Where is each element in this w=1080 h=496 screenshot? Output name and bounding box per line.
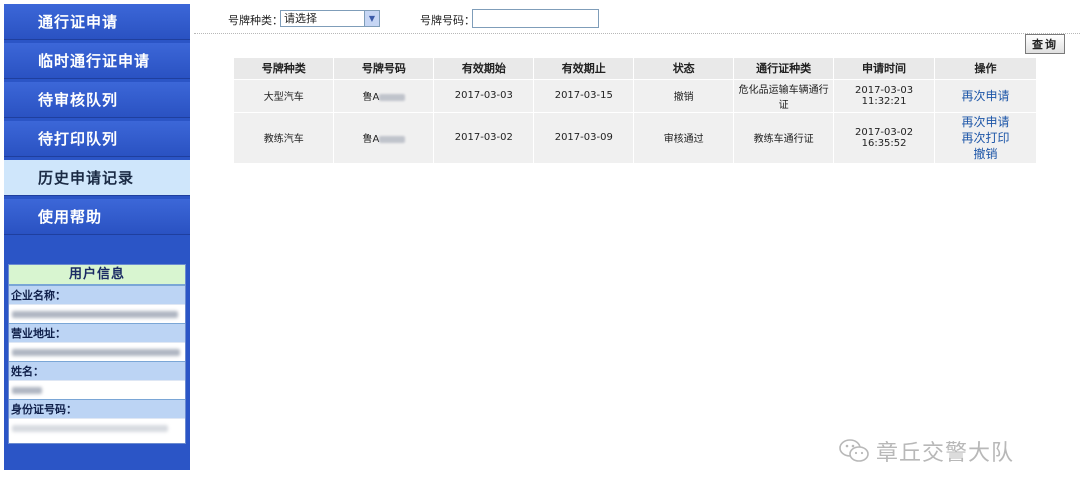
table-row: 大型汽车 鲁A 2017-03-03 2017-03-15 撤销 危化品运输车辆… bbox=[234, 78, 1037, 112]
cell-apply-time: 2017-03-03 11:32:21 bbox=[833, 78, 936, 112]
apply-date: 2017-03-02 bbox=[854, 126, 914, 138]
cell-plate-type: 大型汽车 bbox=[234, 78, 335, 112]
user-info-panel: 用户信息 企业名称： 营业地址： 姓名： 身份证号码： bbox=[8, 264, 186, 444]
table-row: 教练汽车 鲁A 2017-03-02 2017-03-09 审核通过 教练车通行… bbox=[234, 111, 1037, 163]
wechat-icon bbox=[839, 439, 869, 462]
name-label: 姓名： bbox=[9, 361, 185, 380]
table-header-row: 号牌种类 号牌号码 有效期始 有效期止 状态 通行证种类 申请时间 操作 bbox=[234, 58, 1037, 79]
id-number-label: 身份证号码： bbox=[9, 399, 185, 418]
nav-pending-print-queue[interactable]: 待打印队列 bbox=[4, 121, 190, 157]
business-address-value bbox=[9, 342, 185, 361]
plate-no-label: 号牌号码： bbox=[420, 14, 475, 27]
col-plate-no: 号牌号码 bbox=[333, 58, 435, 79]
cell-actions: 再次申请 再次打印 撤销 bbox=[934, 111, 1037, 163]
nav-permit-application[interactable]: 通行证申请 bbox=[4, 4, 190, 40]
plate-prefix: 鲁A bbox=[362, 92, 380, 103]
plate-type-select[interactable]: 请选择 ▼ bbox=[280, 10, 380, 27]
revoke-link[interactable]: 撤销 bbox=[937, 146, 1034, 162]
col-permit-type: 通行证种类 bbox=[733, 58, 835, 79]
cell-permit-type: 危化品运输车辆通行证 bbox=[733, 78, 835, 112]
divider bbox=[194, 33, 1080, 34]
sidebar: 通行证申请 临时通行证申请 待审核队列 待打印队列 历史申请记录 使用帮助 用户… bbox=[4, 4, 190, 470]
nav-temp-permit-application[interactable]: 临时通行证申请 bbox=[4, 43, 190, 79]
results-table: 号牌种类 号牌号码 有效期始 有效期止 状态 通行证种类 申请时间 操作 大型汽… bbox=[234, 58, 1037, 163]
cell-permit-type: 教练车通行证 bbox=[733, 111, 835, 163]
cell-end-date: 2017-03-09 bbox=[533, 111, 635, 163]
user-info-title: 用户信息 bbox=[9, 265, 185, 285]
cell-plate-no: 鲁A bbox=[333, 111, 435, 163]
redacted-mark bbox=[379, 93, 406, 101]
col-actions: 操作 bbox=[934, 58, 1037, 79]
nav-history-records[interactable]: 历史申请记录 bbox=[4, 160, 190, 196]
company-name-label: 企业名称： bbox=[9, 285, 185, 304]
col-apply-time: 申请时间 bbox=[833, 58, 936, 79]
reprint-link[interactable]: 再次打印 bbox=[937, 130, 1034, 146]
cell-apply-time: 2017-03-02 16:35:52 bbox=[833, 111, 936, 163]
redacted-mark bbox=[379, 135, 406, 143]
apply-clock: 16:35:52 bbox=[861, 137, 907, 149]
cell-status: 审核通过 bbox=[633, 111, 735, 163]
cell-start-date: 2017-03-02 bbox=[433, 111, 535, 163]
nav-pending-review-queue[interactable]: 待审核队列 bbox=[4, 82, 190, 118]
cell-start-date: 2017-03-03 bbox=[433, 78, 535, 112]
chevron-down-icon[interactable]: ▼ bbox=[364, 11, 379, 26]
plate-prefix: 鲁A bbox=[362, 134, 380, 145]
col-end-date: 有效期止 bbox=[533, 58, 635, 79]
plate-type-label: 号牌种类： bbox=[228, 14, 283, 27]
cell-end-date: 2017-03-15 bbox=[533, 78, 635, 112]
cell-actions: 再次申请 bbox=[934, 78, 1037, 112]
plate-type-selected: 请选择 bbox=[284, 12, 317, 25]
name-value bbox=[9, 380, 185, 399]
reapply-link[interactable]: 再次申请 bbox=[937, 88, 1034, 104]
query-button[interactable]: 查询 bbox=[1025, 34, 1065, 54]
search-bar: 号牌种类： 请选择 ▼ 号牌号码： bbox=[196, 8, 1080, 30]
watermark: 章丘交警大队 bbox=[838, 436, 1014, 466]
business-address-label: 营业地址： bbox=[9, 323, 185, 342]
cell-plate-no: 鲁A bbox=[333, 78, 435, 112]
id-number-value bbox=[9, 418, 185, 437]
watermark-text: 章丘交警大队 bbox=[876, 441, 1015, 466]
reapply-link[interactable]: 再次申请 bbox=[937, 114, 1034, 130]
apply-clock: 11:32:21 bbox=[861, 95, 907, 107]
nav-help[interactable]: 使用帮助 bbox=[4, 199, 190, 235]
company-name-value bbox=[9, 304, 185, 323]
cell-status: 撤销 bbox=[633, 78, 735, 112]
col-status: 状态 bbox=[633, 58, 735, 79]
apply-date: 2017-03-03 bbox=[854, 84, 914, 96]
col-start-date: 有效期始 bbox=[433, 58, 535, 79]
cell-plate-type: 教练汽车 bbox=[234, 111, 335, 163]
col-plate-type: 号牌种类 bbox=[234, 58, 335, 79]
plate-no-input[interactable] bbox=[472, 9, 599, 28]
